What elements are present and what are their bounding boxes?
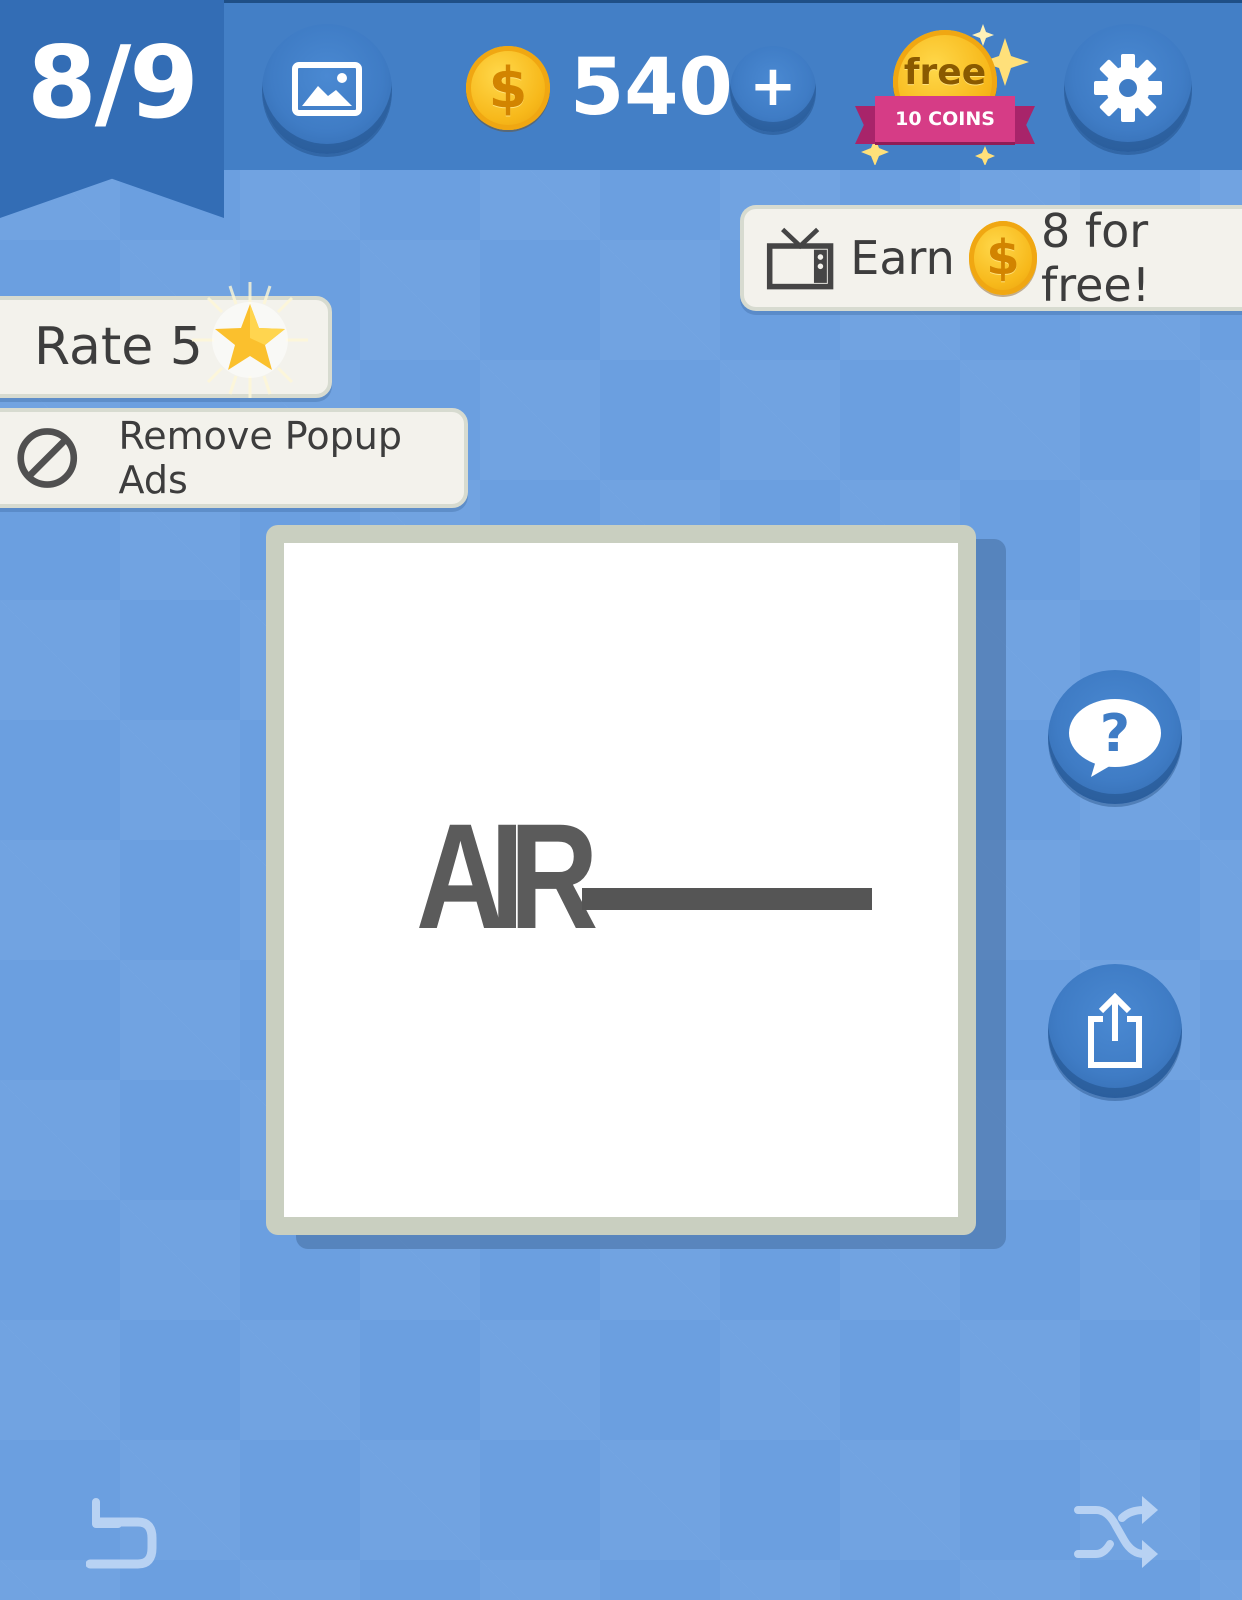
- image-icon: [292, 62, 362, 116]
- puzzle-card: AIR: [266, 525, 976, 1235]
- earn-coins-button[interactable]: Earn $ 8 for free!: [740, 204, 1242, 312]
- coin-icon: $: [466, 46, 550, 130]
- earn-coin-icon: $: [968, 221, 1038, 295]
- free-coins-ribbon-text: 10 COINS: [895, 108, 995, 130]
- plus-icon: +: [749, 54, 797, 119]
- share-button[interactable]: [1048, 964, 1182, 1098]
- remove-ads-label: Remove Popup Ads: [118, 414, 402, 502]
- free-coins-ribbon: 10 COINS: [855, 96, 1035, 146]
- coin-count: 540: [570, 43, 733, 133]
- share-icon: [1088, 993, 1142, 1068]
- shuffle-icon[interactable]: [1074, 1492, 1158, 1570]
- level-progress: 8/9: [27, 24, 199, 141]
- earn-suffix: 8 for free!: [1041, 204, 1151, 312]
- free-coins-button[interactable]: free 10 COINS: [855, 20, 1035, 165]
- settings-button[interactable]: [1064, 24, 1192, 152]
- svg-text:?: ?: [1100, 704, 1130, 764]
- tv-icon: [766, 227, 834, 290]
- puzzle-image: AIR: [284, 543, 958, 1217]
- remove-ads-button[interactable]: Remove Popup Ads: [0, 408, 468, 508]
- hint-button[interactable]: ?: [1048, 670, 1182, 804]
- add-coins-button[interactable]: +: [730, 46, 816, 132]
- earn-prefix: Earn: [850, 231, 955, 285]
- gear-icon: [1094, 54, 1162, 122]
- rate-button[interactable]: Rate 5: [0, 282, 332, 398]
- rate-label: Rate 5: [34, 317, 203, 377]
- question-bubble-icon: ?: [1069, 699, 1161, 777]
- no-ads-icon: [17, 428, 78, 488]
- puzzle-clue-text: AIR: [416, 792, 598, 960]
- undo-icon[interactable]: [86, 1494, 160, 1570]
- star-icon: [192, 282, 308, 398]
- gallery-button[interactable]: [262, 24, 392, 154]
- puzzle-clue-line: [582, 888, 872, 910]
